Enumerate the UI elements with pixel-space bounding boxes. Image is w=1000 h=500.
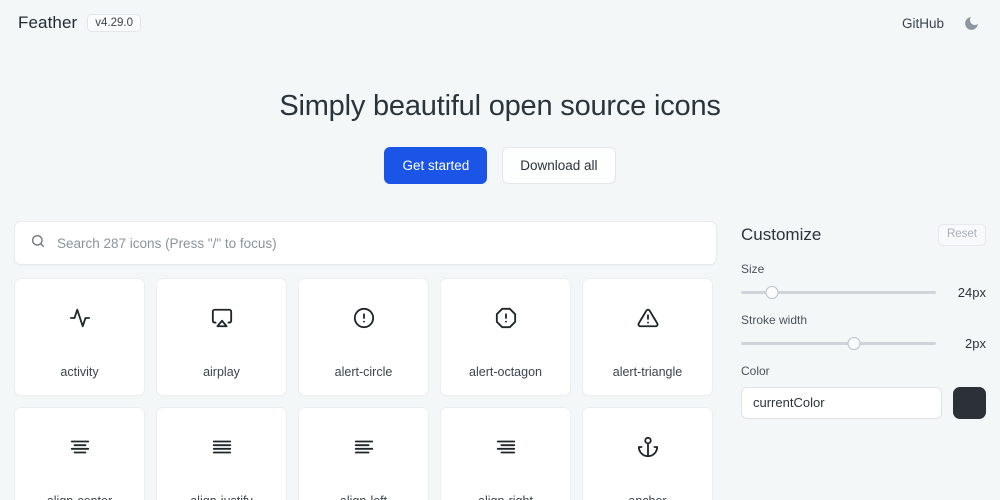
alert-octagon-icon bbox=[495, 295, 517, 341]
icon-card[interactable]: anchor bbox=[582, 407, 713, 500]
icon-card[interactable]: airplay bbox=[156, 278, 287, 396]
color-label: Color bbox=[741, 363, 770, 378]
size-field: Size 24px bbox=[741, 262, 986, 300]
icon-label: align-right bbox=[478, 494, 533, 500]
search-box[interactable] bbox=[14, 221, 717, 265]
align-center-icon bbox=[69, 424, 91, 470]
github-link[interactable]: GitHub bbox=[902, 16, 944, 31]
customize-panel: Customize Reset Size 24px Stroke width 2… bbox=[741, 221, 986, 500]
airplay-icon bbox=[211, 295, 233, 341]
activity-icon bbox=[69, 295, 91, 341]
hero-section: Simply beautiful open source icons Get s… bbox=[0, 46, 1000, 184]
page-title: Simply beautiful open source icons bbox=[279, 90, 721, 122]
icon-label: align-left bbox=[340, 494, 387, 500]
stroke-width-slider-track bbox=[741, 341, 936, 345]
color-swatch[interactable] bbox=[953, 386, 986, 419]
icon-label: align-justify bbox=[190, 494, 253, 500]
brand-name: Feather bbox=[18, 13, 78, 32]
icon-label: alert-triangle bbox=[612, 365, 683, 379]
size-label: Size bbox=[741, 261, 765, 276]
stroke-width-value: 2px bbox=[965, 335, 986, 351]
reset-button[interactable]: Reset bbox=[937, 224, 986, 246]
icon-label: anchor bbox=[628, 494, 666, 500]
download-all-button[interactable]: Download all bbox=[502, 147, 616, 184]
version-badge: v4.29.0 bbox=[87, 13, 142, 33]
align-right-icon bbox=[495, 424, 517, 470]
alert-triangle-icon bbox=[637, 295, 659, 341]
icon-card[interactable]: alert-circle bbox=[298, 278, 429, 396]
brand: Feather v4.29.0 bbox=[18, 13, 142, 33]
search-icon bbox=[30, 233, 46, 254]
icon-label: alert-octagon bbox=[469, 365, 542, 379]
site-header: Feather v4.29.0 GitHub bbox=[0, 0, 1000, 46]
icon-grid: activity airplay alert-circle alert-octa… bbox=[14, 278, 717, 500]
icon-card[interactable]: alert-octagon bbox=[440, 278, 571, 396]
icon-label: align-center bbox=[47, 494, 112, 500]
icons-column: activity airplay alert-circle bbox=[14, 221, 717, 500]
size-value: 24px bbox=[957, 284, 986, 300]
icon-card[interactable]: align-center bbox=[14, 407, 145, 500]
color-field: Color bbox=[741, 364, 986, 419]
icon-card[interactable]: align-right bbox=[440, 407, 571, 500]
stroke-width-slider[interactable] bbox=[741, 336, 936, 350]
icon-card[interactable]: activity bbox=[14, 278, 145, 396]
customize-title: Customize bbox=[741, 224, 822, 244]
icon-label: alert-circle bbox=[334, 365, 393, 379]
icon-label: airplay bbox=[203, 365, 240, 379]
alert-circle-icon bbox=[353, 295, 375, 341]
color-input[interactable] bbox=[741, 386, 942, 419]
stroke-width-slider-thumb[interactable] bbox=[847, 336, 861, 350]
icon-card[interactable]: align-justify bbox=[156, 407, 287, 500]
size-slider[interactable] bbox=[741, 285, 936, 299]
icon-card[interactable]: align-left bbox=[298, 407, 429, 500]
hero-buttons: Get started Download all bbox=[0, 147, 1000, 184]
customize-header: Customize Reset bbox=[741, 224, 986, 246]
anchor-icon bbox=[637, 424, 659, 470]
get-started-button[interactable]: Get started bbox=[384, 147, 488, 184]
header-actions: GitHub bbox=[902, 12, 982, 34]
search-input[interactable] bbox=[57, 235, 701, 251]
moon-icon[interactable] bbox=[960, 12, 982, 34]
stroke-width-label: Stroke width bbox=[741, 312, 808, 327]
main-content: activity airplay alert-circle bbox=[0, 221, 1000, 500]
stroke-width-field: Stroke width 2px bbox=[741, 313, 986, 351]
align-justify-icon bbox=[211, 424, 233, 470]
icon-label: activity bbox=[60, 365, 99, 379]
align-left-icon bbox=[353, 424, 375, 470]
size-slider-thumb[interactable] bbox=[765, 285, 779, 299]
icon-card[interactable]: alert-triangle bbox=[582, 278, 713, 396]
